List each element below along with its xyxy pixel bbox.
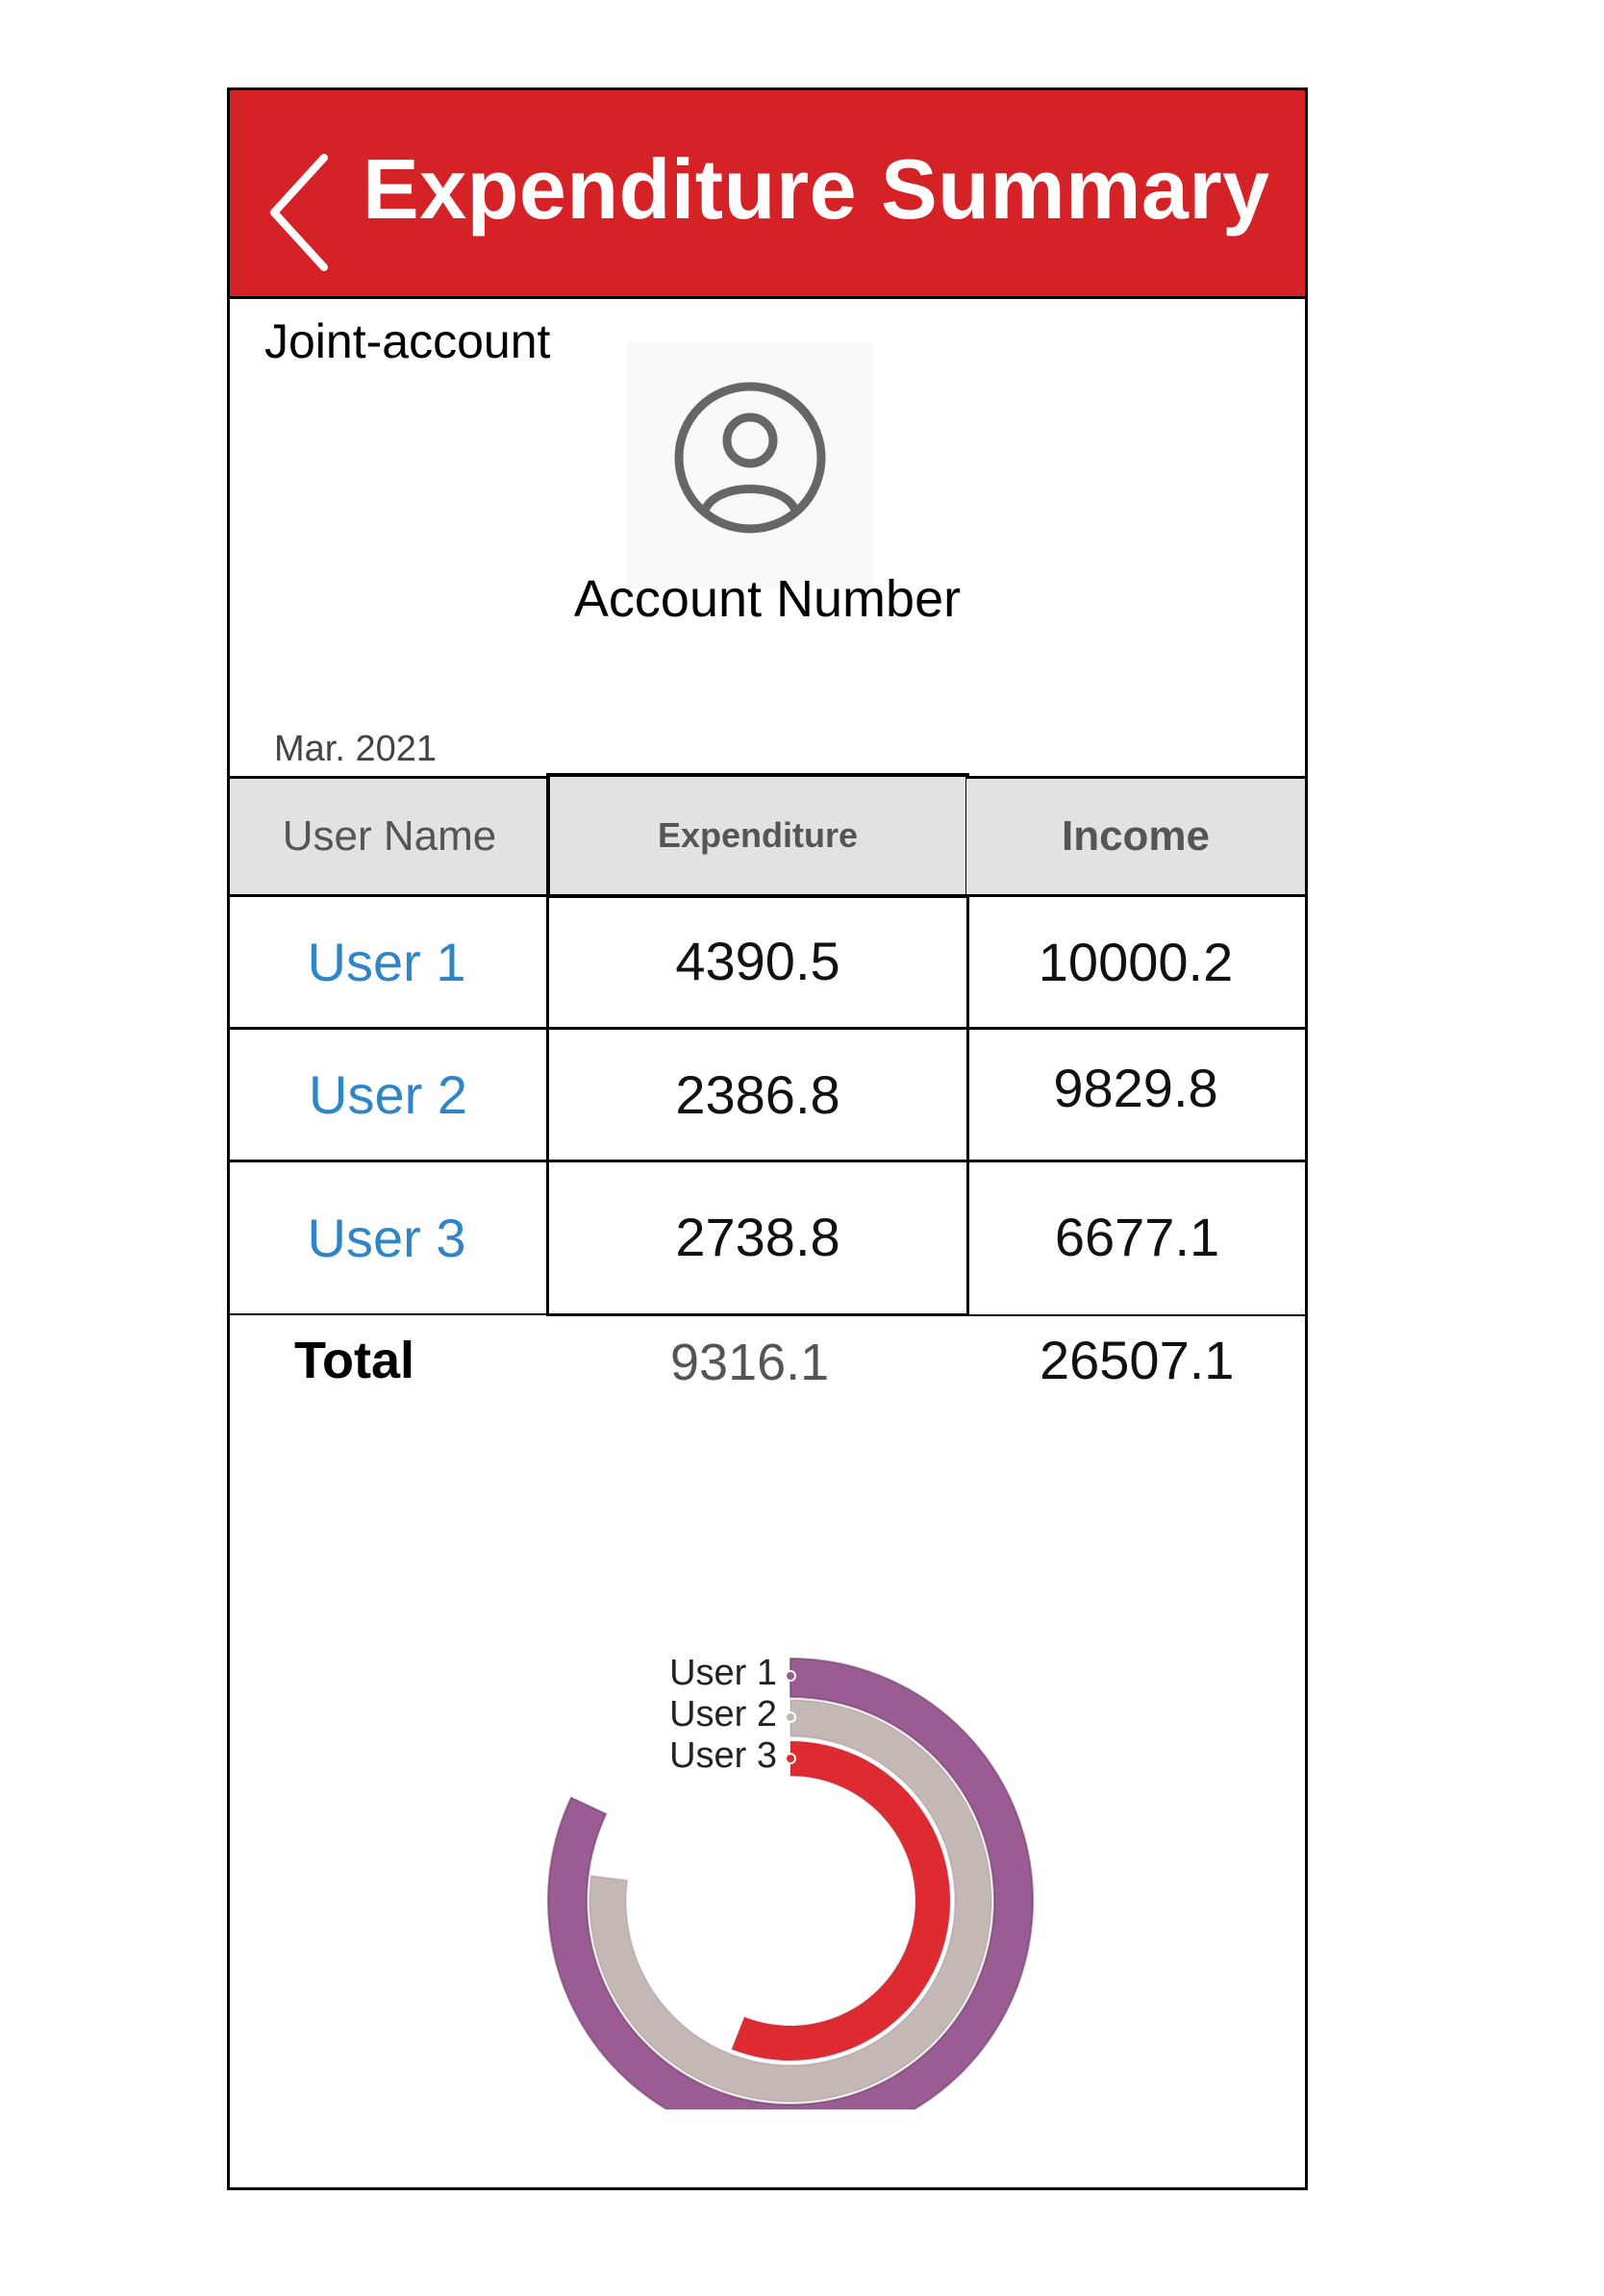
table-cell-expenditure: 4390.5: [546, 894, 969, 1030]
table-cell-income: 6677.1: [966, 1160, 1308, 1316]
chevron-left-icon[interactable]: [264, 150, 341, 275]
table-cell-income: 10000.2: [966, 894, 1308, 1030]
legend-label-1: User 1: [669, 1653, 777, 1693]
legend-label-3: User 3: [669, 1735, 777, 1776]
app-header: Expenditure Summary: [230, 90, 1305, 299]
radial-bar-chart: User 1 User 2 User 3: [230, 1533, 1311, 2144]
table-cell-expenditure: 2386.8: [546, 1027, 969, 1162]
total-label: Total: [294, 1332, 414, 1389]
user-circle-icon: [674, 382, 826, 534]
avatar[interactable]: [627, 342, 873, 588]
legend-dot-3: [785, 1753, 796, 1764]
table-row-user-cell: User 2: [227, 1027, 549, 1162]
account-type-label: Joint-account: [264, 314, 551, 368]
column-header-expenditure: Expenditure: [546, 773, 969, 898]
period-label: Mar. 2021: [274, 729, 437, 769]
legend-dot-1: [785, 1670, 796, 1682]
legend-label-2: User 2: [669, 1694, 777, 1734]
column-header-user-name: User Name: [227, 776, 549, 897]
radial-chart-svg: [547, 1657, 1034, 2144]
user-link[interactable]: User 1: [308, 931, 466, 993]
table-row-user-cell: User 1: [227, 894, 549, 1030]
divider: [227, 1313, 549, 1315]
column-header-income: Income: [966, 776, 1308, 897]
app-screen: Expenditure Summary Joint-account Accoun…: [227, 87, 1308, 2190]
legend-dot-2: [785, 1711, 796, 1723]
table-row-user-cell: User 3: [227, 1160, 549, 1316]
user-link[interactable]: User 3: [308, 1207, 466, 1269]
total-expenditure: 9316.1: [670, 1334, 830, 1391]
total-income: 26507.1: [1040, 1330, 1235, 1390]
table-cell-expenditure: 2738.8: [546, 1160, 969, 1316]
account-number-label: Account Number: [573, 570, 962, 628]
page-title: Expenditure Summary: [363, 141, 1270, 237]
table-cell-income: 9829.8: [966, 1027, 1308, 1162]
user-link[interactable]: User 2: [309, 1063, 467, 1126]
